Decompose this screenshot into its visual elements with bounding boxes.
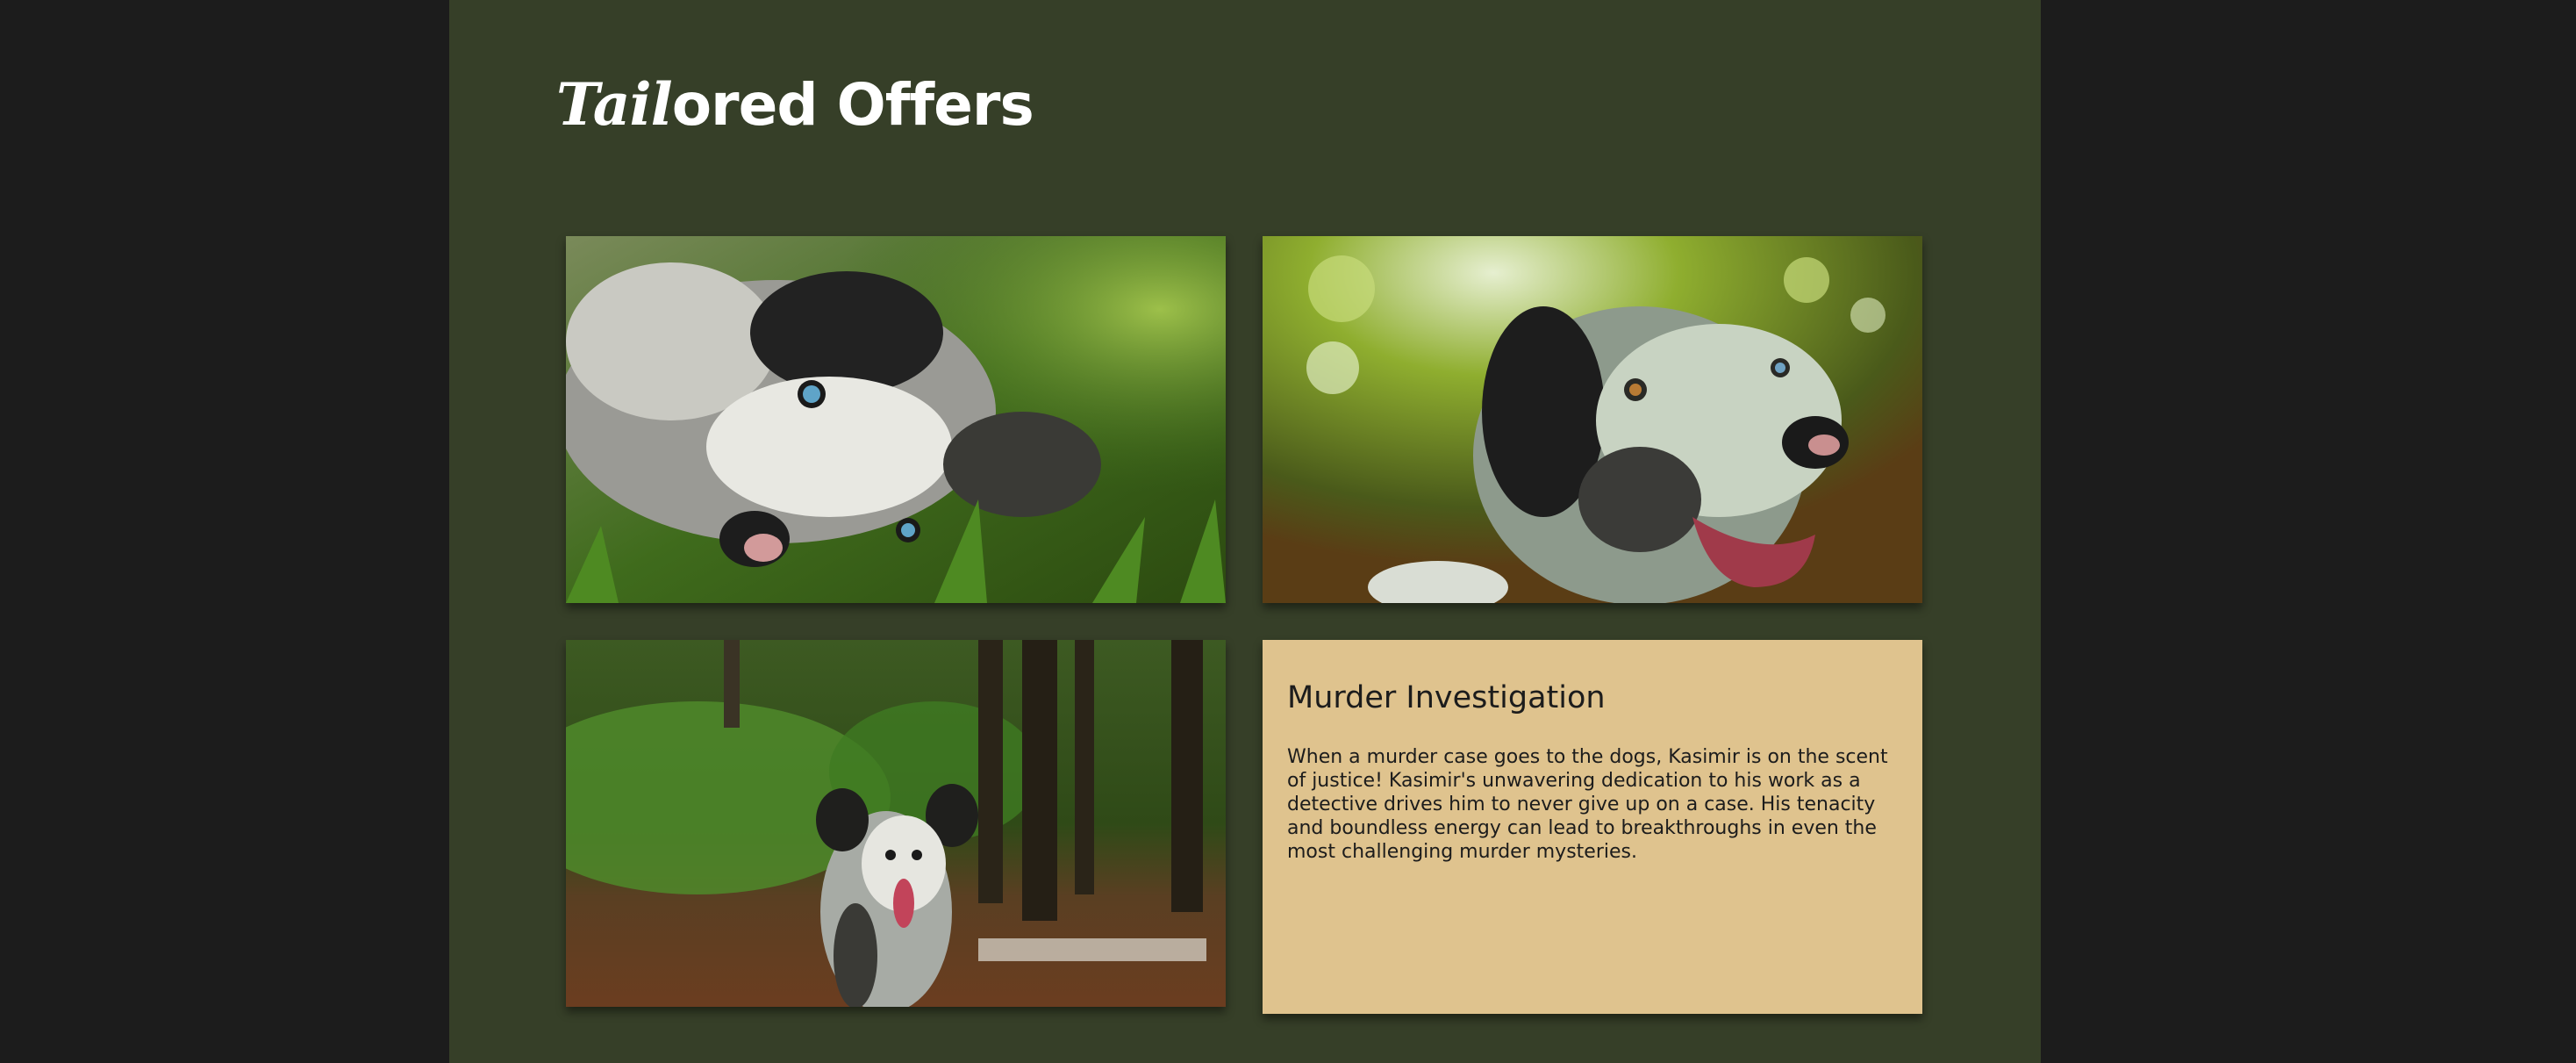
dog-smiling-forest-image bbox=[1263, 236, 1922, 603]
photo-card-dog-lying-grass[interactable] bbox=[566, 236, 1226, 603]
title-script-part: Tail bbox=[556, 70, 673, 139]
dog-running-path-image bbox=[566, 640, 1226, 1007]
title-rest-part: ored Offers bbox=[671, 71, 1034, 139]
dog-lying-grass-image bbox=[566, 236, 1226, 603]
page-title: Tailored Offers bbox=[556, 75, 1034, 134]
photo-card-dog-running-path[interactable] bbox=[566, 640, 1226, 1007]
offer-card-murder-investigation[interactable]: Murder Investigation When a murder case … bbox=[1263, 640, 1922, 1014]
offer-description: When a murder case goes to the dogs, Kas… bbox=[1287, 746, 1888, 863]
page-container: Tailored Offers Murder Investigation Whe… bbox=[449, 0, 2041, 1063]
photo-card-dog-smiling-forest[interactable] bbox=[1263, 236, 1922, 603]
offer-heading: Murder Investigation bbox=[1287, 680, 1606, 715]
